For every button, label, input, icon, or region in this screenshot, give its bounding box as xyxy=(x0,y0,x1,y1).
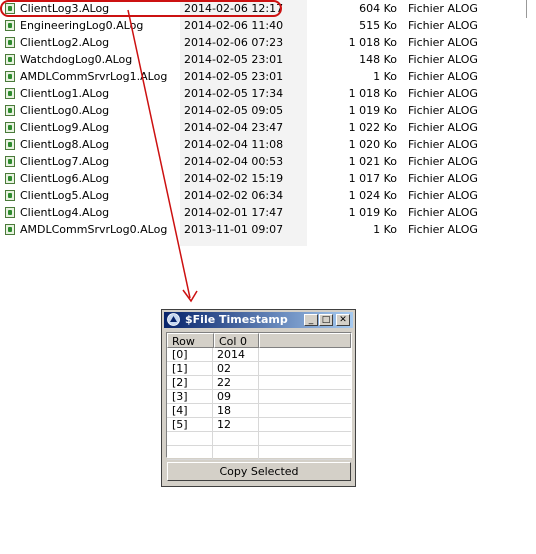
maximize-button[interactable]: □ xyxy=(319,314,333,326)
close-button[interactable]: ✕ xyxy=(336,314,350,326)
table-row[interactable]: [5] 12 xyxy=(167,418,351,432)
dialog-title: $File Timestamp xyxy=(185,313,288,326)
table-row[interactable]: [0] 2014 xyxy=(167,348,351,362)
minimize-icon: _ xyxy=(308,315,314,325)
value-cell xyxy=(213,446,259,460)
value-cell: 02 xyxy=(213,362,259,376)
row-index-cell: [0] xyxy=(167,348,213,362)
value-cell: 2014 xyxy=(213,348,259,362)
row-index-cell: [5] xyxy=(167,418,213,432)
dialog-title-bar[interactable]: $File Timestamp _ □ ✕ xyxy=(164,312,353,328)
value-cell: 18 xyxy=(213,404,259,418)
column-header-empty xyxy=(259,333,351,348)
table-row[interactable] xyxy=(167,446,351,460)
row-index-cell xyxy=(167,432,213,446)
maximize-icon: □ xyxy=(321,315,331,325)
value-cell: 22 xyxy=(213,376,259,390)
row-index-cell: [4] xyxy=(167,404,213,418)
row-index-cell xyxy=(167,446,213,460)
copy-selected-button[interactable]: Copy Selected xyxy=(167,462,351,481)
timestamp-table[interactable]: Row Col 0 [0] 2014 [1] 02 [2] 22 [3] 09 [4] 18 [5]… xyxy=(166,332,352,460)
value-cell: 12 xyxy=(213,418,259,432)
table-row[interactable]: [2] 22 xyxy=(167,376,351,390)
table-row[interactable]: [1] 02 xyxy=(167,362,351,376)
table-row[interactable]: [4] 18 xyxy=(167,404,351,418)
value-cell xyxy=(213,432,259,446)
row-index-cell: [3] xyxy=(167,390,213,404)
arrow-line xyxy=(127,9,191,299)
labview-app-icon xyxy=(167,313,180,326)
row-index-cell: [2] xyxy=(167,376,213,390)
minimize-button[interactable]: _ xyxy=(304,314,318,326)
row-index-cell: [1] xyxy=(167,362,213,376)
close-icon: ✕ xyxy=(339,315,347,325)
value-cell: 09 xyxy=(213,390,259,404)
file-timestamp-dialog: $File Timestamp _ □ ✕ Row Col 0 [0] 2014[… xyxy=(161,309,356,487)
column-header-row[interactable]: Row xyxy=(167,333,214,348)
table-row[interactable]: [3] 09 xyxy=(167,390,351,404)
table-row[interactable] xyxy=(167,432,351,446)
column-header-col0[interactable]: Col 0 xyxy=(214,333,259,348)
